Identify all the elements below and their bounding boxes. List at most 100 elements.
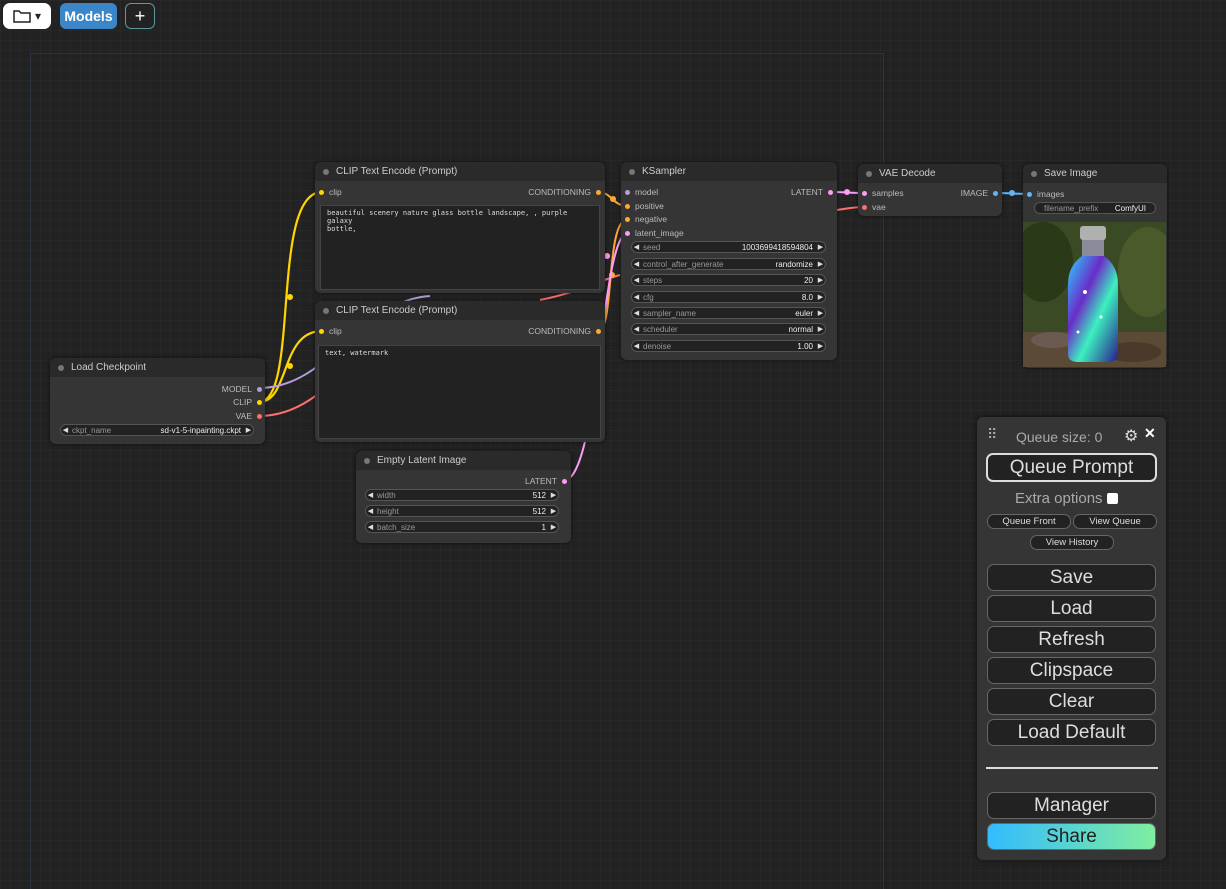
filename-prefix-widget[interactable]: filename_prefix ComfyUI (1034, 202, 1156, 214)
prompt-textarea[interactable]: text, watermark (318, 345, 601, 439)
arrow-right-icon[interactable]: ▶ (816, 293, 825, 301)
models-button[interactable]: Models (60, 3, 117, 29)
arrow-right-icon[interactable]: ▶ (816, 342, 825, 350)
load-default-button[interactable]: Load Default (987, 719, 1156, 746)
clear-button[interactable]: Clear (987, 688, 1156, 715)
output-slot-image[interactable]: IMAGE (961, 188, 998, 198)
save-button[interactable]: Save (987, 564, 1156, 591)
steps-widget[interactable]: ◀ steps 20 ▶ (631, 274, 826, 286)
arrow-right-icon[interactable]: ▶ (816, 243, 825, 251)
input-slot-positive[interactable]: positive (625, 201, 664, 211)
share-button[interactable]: Share (987, 823, 1156, 850)
load-button[interactable]: Load (987, 595, 1156, 622)
arrow-left-icon[interactable]: ◀ (366, 507, 375, 515)
collapse-dot[interactable] (323, 168, 329, 175)
node-title-bar[interactable]: CLIP Text Encode (Prompt) (315, 162, 605, 181)
clip-text-encode-positive-node[interactable]: CLIP Text Encode (Prompt) clip CONDITION… (315, 162, 605, 293)
arrow-left-icon[interactable]: ◀ (632, 309, 641, 317)
slot-dot (257, 413, 262, 419)
drag-handle-icon[interactable]: ⠿ (987, 426, 997, 443)
clip-text-encode-negative-node[interactable]: CLIP Text Encode (Prompt) clip CONDITION… (315, 301, 605, 442)
view-queue-button[interactable]: View Queue (1073, 514, 1157, 529)
node-title-bar[interactable]: Empty Latent Image (356, 451, 571, 470)
width-widget[interactable]: ◀ width 512 ▶ (365, 489, 559, 501)
slot-label: IMAGE (960, 188, 988, 198)
input-slot-vae[interactable]: vae (862, 202, 886, 212)
arrow-right-icon[interactable]: ▶ (549, 491, 558, 499)
ksampler-node[interactable]: KSampler model positive negative latent_… (621, 162, 837, 360)
input-slot-latent-image[interactable]: latent_image (625, 228, 684, 238)
add-button[interactable]: + (125, 3, 155, 29)
output-slot-vae[interactable]: VAE (236, 411, 262, 421)
input-slot-images[interactable]: images (1027, 189, 1064, 199)
input-slot-negative[interactable]: negative (625, 214, 667, 224)
output-preview-image[interactable] (1023, 222, 1166, 367)
node-title: Empty Latent Image (377, 455, 467, 466)
collapse-dot[interactable] (323, 307, 329, 314)
node-title-bar[interactable]: CLIP Text Encode (Prompt) (315, 301, 605, 320)
queue-prompt-button[interactable]: Queue Prompt (986, 453, 1157, 482)
load-checkpoint-node[interactable]: Load Checkpoint MODEL CLIP VAE ◀ ckpt_na… (50, 358, 265, 444)
input-slot-model[interactable]: model (625, 187, 658, 197)
arrow-left-icon[interactable]: ◀ (366, 491, 375, 499)
output-slot-conditioning[interactable]: CONDITIONING (528, 187, 601, 197)
workflow-menu-button[interactable]: ▾ (3, 3, 51, 29)
arrow-left-icon[interactable]: ◀ (632, 325, 641, 333)
manager-button[interactable]: Manager (987, 792, 1156, 819)
cfg-widget[interactable]: ◀ cfg 8.0 ▶ (631, 291, 826, 303)
prompt-textarea[interactable]: beautiful scenery nature glass bottle la… (320, 205, 600, 290)
sampler-name-widget[interactable]: ◀ sampler_name euler ▶ (631, 307, 826, 319)
scheduler-widget[interactable]: ◀ scheduler normal ▶ (631, 323, 826, 335)
arrow-right-icon[interactable]: ▶ (816, 309, 825, 317)
input-slot-clip[interactable]: clip (319, 187, 342, 197)
collapse-dot[interactable] (629, 168, 635, 175)
view-history-button[interactable]: View History (1030, 535, 1114, 550)
arrow-right-icon[interactable]: ▶ (244, 426, 253, 434)
slot-dot (862, 204, 867, 210)
node-title-bar[interactable]: Save Image (1023, 164, 1167, 183)
arrow-right-icon[interactable]: ▶ (816, 276, 825, 284)
gear-icon[interactable]: ⚙ (1124, 426, 1138, 446)
queue-front-button[interactable]: Queue Front (987, 514, 1071, 529)
arrow-right-icon[interactable]: ▶ (549, 523, 558, 531)
widget-label: control_after_generate (643, 259, 724, 269)
arrow-left-icon[interactable]: ◀ (632, 342, 641, 350)
extra-options-checkbox[interactable] (1106, 493, 1118, 504)
output-slot-conditioning[interactable]: CONDITIONING (528, 326, 601, 336)
collapse-dot[interactable] (58, 364, 64, 371)
node-title-bar[interactable]: VAE Decode (858, 164, 1002, 183)
ckpt-name-combo[interactable]: ◀ ckpt_name sd-v1-5-inpainting.ckpt ▶ (60, 424, 254, 436)
arrow-right-icon[interactable]: ▶ (816, 325, 825, 333)
input-slot-clip[interactable]: clip (319, 326, 342, 336)
arrow-right-icon[interactable]: ▶ (816, 260, 825, 268)
node-title-bar[interactable]: KSampler (621, 162, 837, 181)
collapse-dot[interactable] (1031, 170, 1037, 177)
vae-decode-node[interactable]: VAE Decode samples vae IMAGE (858, 164, 1002, 216)
arrow-left-icon[interactable]: ◀ (366, 523, 375, 531)
collapse-dot[interactable] (364, 457, 370, 464)
node-title-bar[interactable]: Load Checkpoint (50, 358, 265, 377)
input-slot-samples[interactable]: samples (862, 188, 904, 198)
denoise-widget[interactable]: ◀ denoise 1.00 ▶ (631, 340, 826, 352)
output-slot-latent[interactable]: LATENT (791, 187, 833, 197)
arrow-right-icon[interactable]: ▶ (549, 507, 558, 515)
batch-size-widget[interactable]: ◀ batch_size 1 ▶ (365, 521, 559, 533)
arrow-left-icon[interactable]: ◀ (632, 276, 641, 284)
control-after-generate-widget[interactable]: ◀ control_after_generate randomize ▶ (631, 258, 826, 270)
output-slot-latent[interactable]: LATENT (525, 476, 567, 486)
arrow-left-icon[interactable]: ◀ (632, 293, 641, 301)
node-title: VAE Decode (879, 168, 936, 179)
height-widget[interactable]: ◀ height 512 ▶ (365, 505, 559, 517)
output-slot-clip[interactable]: CLIP (233, 397, 262, 407)
arrow-left-icon[interactable]: ◀ (632, 243, 641, 251)
slot-label: CLIP (233, 397, 252, 407)
seed-widget[interactable]: ◀ seed 1003699418594804 ▶ (631, 241, 826, 253)
empty-latent-image-node[interactable]: Empty Latent Image LATENT ◀ width 512 ▶ ◀ he… (356, 451, 571, 543)
output-slot-model[interactable]: MODEL (222, 384, 262, 394)
clipspace-button[interactable]: Clipspace (987, 657, 1156, 684)
collapse-dot[interactable] (866, 170, 872, 177)
arrow-left-icon[interactable]: ◀ (61, 426, 70, 434)
arrow-left-icon[interactable]: ◀ (632, 260, 641, 268)
close-icon[interactable]: ✕ (1144, 425, 1156, 442)
refresh-button[interactable]: Refresh (987, 626, 1156, 653)
